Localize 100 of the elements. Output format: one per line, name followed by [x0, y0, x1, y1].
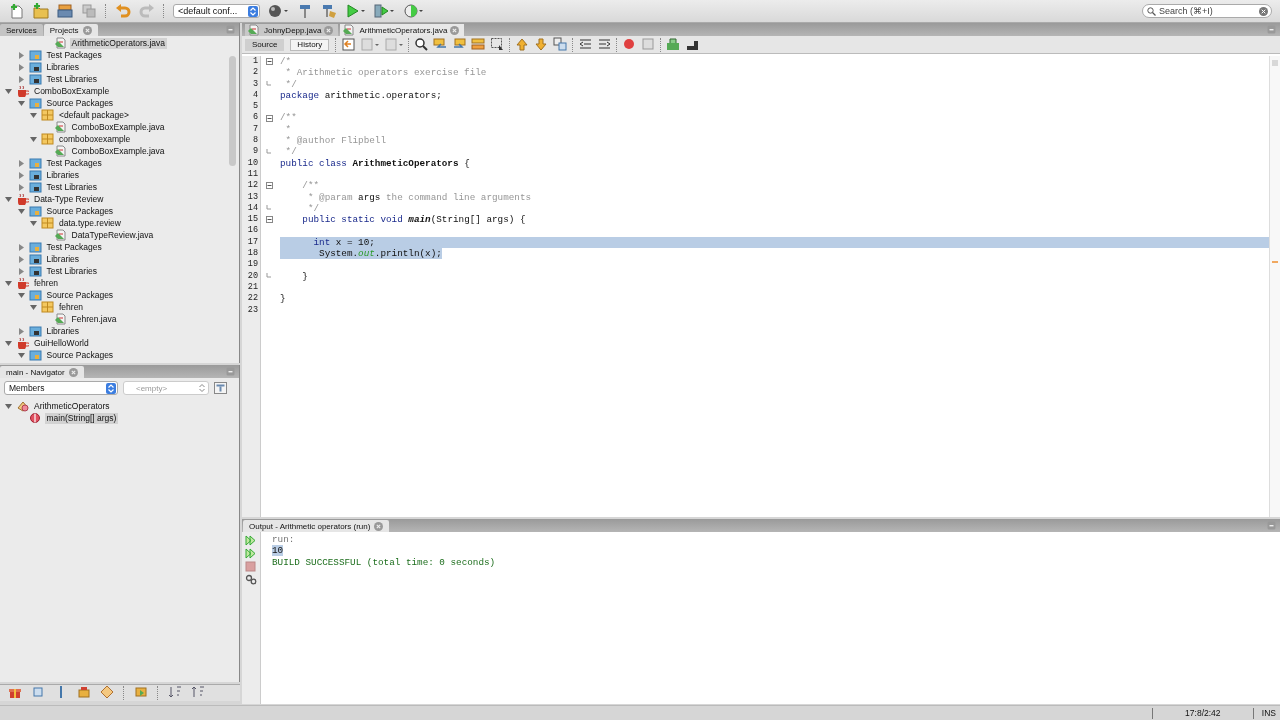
- close-icon[interactable]: [324, 25, 334, 35]
- forward-caret-icon[interactable]: [384, 36, 405, 53]
- fold-icon[interactable]: [266, 58, 273, 66]
- expand-arrow-icon[interactable]: [17, 183, 25, 191]
- tree-item[interactable]: Libraries: [44, 325, 82, 337]
- maximize-icon[interactable]: [1267, 25, 1276, 34]
- collapse-arrow-icon[interactable]: [5, 87, 12, 95]
- members-dropdown[interactable]: Members: [4, 381, 118, 395]
- collapse-arrow-icon[interactable]: [5, 195, 12, 203]
- find-icon[interactable]: [414, 36, 430, 53]
- minimize-icon[interactable]: [1267, 521, 1276, 530]
- tree-item[interactable]: Test Packages: [44, 241, 104, 253]
- tree-item[interactable]: Test Packages: [44, 49, 104, 61]
- new-folder-icon[interactable]: [33, 3, 49, 19]
- tree-item[interactable]: Data-Type Review: [32, 193, 106, 205]
- fold-icon[interactable]: [266, 114, 273, 122]
- tree-item[interactable]: Libraries: [44, 61, 82, 73]
- debug-caret-icon[interactable]: [374, 3, 395, 19]
- panel-tab[interactable]: Output - Arithmetic operators (run): [243, 520, 390, 532]
- stop-icon[interactable]: [641, 36, 657, 53]
- tree-item[interactable]: Test Libraries: [44, 73, 100, 85]
- expand-arrow-icon[interactable]: [17, 75, 25, 83]
- filter-field[interactable]: <empty>: [123, 381, 209, 395]
- tree-item[interactable]: Fehren.java: [69, 313, 119, 325]
- tree-item[interactable]: fehren: [57, 301, 86, 313]
- collapse-arrow-icon[interactable]: [5, 339, 12, 347]
- diamond-icon[interactable]: [100, 685, 114, 701]
- new-file-icon[interactable]: [9, 3, 25, 19]
- select-icon[interactable]: [490, 36, 506, 53]
- undo-icon[interactable]: [115, 3, 131, 19]
- tree-item[interactable]: ComboBoxExample: [32, 85, 112, 97]
- rerun-icon[interactable]: [245, 548, 257, 559]
- close-icon[interactable]: [450, 25, 460, 35]
- collapse-arrow-icon[interactable]: [17, 351, 25, 359]
- expand-arrow-icon[interactable]: [17, 51, 25, 59]
- tree-item[interactable]: ComboBoxExample.java: [69, 121, 167, 133]
- editor-tab[interactable]: JohnyDepp.java: [245, 24, 339, 36]
- expand-arrow-icon[interactable]: [17, 327, 25, 335]
- expand-arrow-icon[interactable]: [17, 159, 25, 167]
- collapse-arrow-icon[interactable]: [30, 303, 37, 311]
- tree-item[interactable]: Test Packages: [44, 157, 104, 169]
- tree-item[interactable]: <default package>: [57, 109, 131, 121]
- tree-item[interactable]: ArithmeticOperators: [32, 400, 112, 412]
- configuration-dropdown[interactable]: <default conf...: [173, 4, 260, 18]
- close-icon[interactable]: [68, 367, 78, 377]
- clear-icon[interactable]: [1259, 6, 1268, 16]
- box-icon[interactable]: [77, 685, 91, 701]
- view-toggle[interactable]: Source: [245, 38, 285, 51]
- tree-item[interactable]: Source Packages: [44, 289, 116, 301]
- bookmark-toggle-icon[interactable]: [553, 36, 569, 53]
- fold-icon[interactable]: [266, 216, 273, 224]
- scrollbar-thumb[interactable]: [229, 56, 236, 166]
- expand-arrow-icon[interactable]: [17, 171, 25, 179]
- view-toggle[interactable]: History: [290, 38, 330, 51]
- collapse-arrow-icon[interactable]: [30, 111, 37, 119]
- redo-icon[interactable]: [139, 3, 155, 19]
- collapse-arrow-icon[interactable]: [5, 402, 12, 410]
- close-icon[interactable]: [82, 25, 92, 35]
- tree-item[interactable]: ComboBoxExample.java: [69, 145, 167, 157]
- bookmark-previous-icon[interactable]: [515, 36, 531, 53]
- close-project-icon[interactable]: [81, 3, 97, 19]
- open-project-icon[interactable]: [57, 3, 73, 19]
- globe-caret-icon[interactable]: [268, 3, 289, 19]
- profile-caret-icon[interactable]: [403, 3, 424, 19]
- hammer-broom-icon[interactable]: [321, 3, 337, 19]
- collapse-arrow-icon[interactable]: [17, 291, 25, 299]
- play-caret-icon[interactable]: [345, 3, 366, 19]
- tree-item[interactable]: Test Libraries: [44, 181, 100, 193]
- tree-item[interactable]: fehren: [32, 277, 61, 289]
- tree-item[interactable]: Source Packages: [44, 349, 116, 361]
- expand-arrow-icon[interactable]: [17, 255, 25, 263]
- panel-tab[interactable]: Services: [0, 24, 43, 36]
- tree-item[interactable]: DataTypeReview.java: [69, 229, 156, 241]
- expand-arrow-icon[interactable]: [17, 63, 25, 71]
- tree-item[interactable]: GuiHelloWorld: [32, 337, 91, 349]
- collapse-arrow-icon[interactable]: [30, 135, 37, 143]
- tree-item[interactable]: data.type.review: [57, 217, 123, 229]
- close-icon[interactable]: [374, 521, 384, 531]
- hammer-icon[interactable]: [297, 3, 313, 19]
- search-field[interactable]: Search (⌘+I): [1142, 4, 1272, 18]
- back-icon[interactable]: [341, 36, 357, 53]
- tree-item[interactable]: Source Packages: [44, 97, 116, 109]
- fold-icon[interactable]: [266, 182, 273, 190]
- tree-item[interactable]: Source Packages: [44, 205, 116, 217]
- expand-arrow-icon[interactable]: [17, 243, 25, 251]
- collapse-arrow-icon[interactable]: [17, 99, 25, 107]
- minimize-icon[interactable]: [226, 367, 235, 376]
- bookmark-next-icon[interactable]: [534, 36, 550, 53]
- minimize-icon[interactable]: [226, 25, 235, 34]
- panel-tab[interactable]: Projects: [43, 24, 98, 36]
- collapse-arrow-icon[interactable]: [5, 279, 12, 287]
- tree-item[interactable]: main(String[] args): [44, 412, 119, 424]
- settings-icon[interactable]: [245, 574, 257, 585]
- rerun-icon[interactable]: [245, 535, 257, 546]
- collapse-arrow-icon[interactable]: [17, 207, 25, 215]
- tree-item[interactable]: Libraries: [44, 169, 82, 181]
- expand-arrow-icon[interactable]: [17, 267, 25, 275]
- tree-item[interactable]: ArithmeticOperators.java: [69, 37, 168, 49]
- editor-tab[interactable]: ArithmeticOperators.java: [340, 24, 465, 36]
- tree-item[interactable]: Libraries: [44, 253, 82, 265]
